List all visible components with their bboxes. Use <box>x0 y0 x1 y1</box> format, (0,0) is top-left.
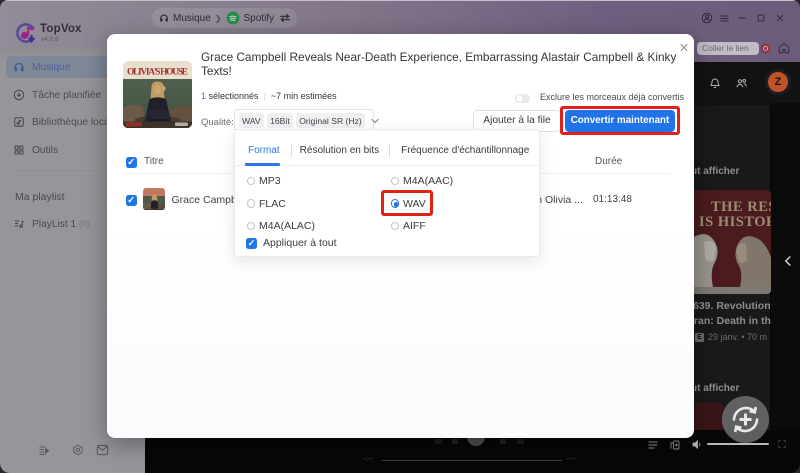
svg-text:OLIVIA'S HOUSE: OLIVIA'S HOUSE <box>127 68 188 78</box>
svg-text:IS HISTOR: IS HISTOR <box>699 214 771 230</box>
svg-text:THE RES: THE RES <box>711 199 771 215</box>
